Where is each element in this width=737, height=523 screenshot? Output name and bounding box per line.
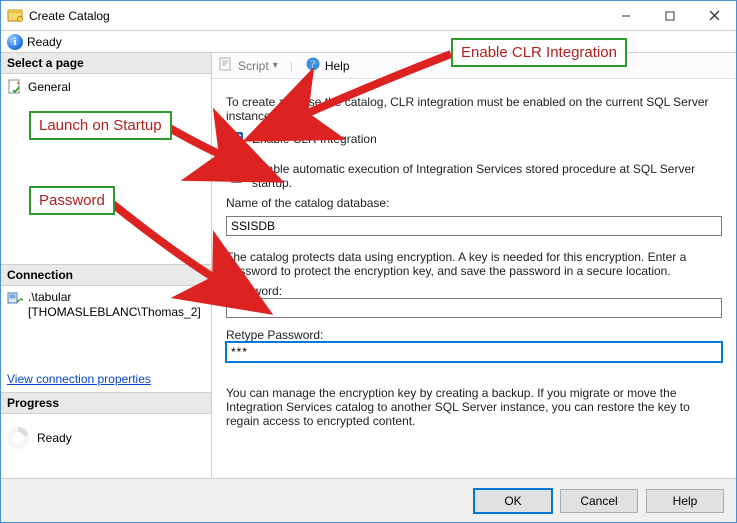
- enable-clr-checkbox[interactable]: [230, 132, 243, 145]
- catalog-name-label: Name of the catalog database:: [226, 196, 722, 210]
- enable-clr-label: Enable CLR Integration: [252, 132, 377, 146]
- ok-button[interactable]: OK: [474, 489, 552, 513]
- connection-server: .\tabular: [28, 290, 201, 305]
- view-connection-properties-link[interactable]: View connection properties: [1, 366, 157, 392]
- window-title: Create Catalog: [29, 9, 604, 23]
- retype-password-label: Retype Password:: [226, 328, 722, 342]
- manage-note: You can manage the encryption key by cre…: [226, 386, 722, 428]
- help-button[interactable]: ? Help: [305, 56, 350, 75]
- connection-user: [THOMASLEBLANC\Thomas_2]: [28, 305, 201, 320]
- close-button[interactable]: [692, 1, 736, 30]
- progress-section: Progress Ready: [1, 392, 211, 462]
- server-icon: [7, 290, 23, 309]
- chevron-down-icon: ▾: [273, 60, 278, 71]
- catalog-name-field[interactable]: [226, 216, 722, 236]
- minimize-button[interactable]: [604, 1, 648, 30]
- app-icon: [7, 8, 23, 24]
- script-dropdown[interactable]: Script ▾: [218, 56, 278, 75]
- connection-section: Connection .\tabular [THOMASLEBL: [1, 264, 211, 392]
- script-label: Script: [238, 59, 269, 73]
- page-list: General: [1, 74, 211, 264]
- retype-password-field[interactable]: [226, 342, 722, 362]
- progress-header: Progress: [1, 393, 211, 414]
- button-row: OK Cancel Help: [1, 478, 736, 522]
- auto-exec-checkbox[interactable]: [230, 170, 243, 183]
- main-panel: Script ▾ | ? Help To create and use the …: [212, 53, 736, 478]
- help-dialog-button[interactable]: Help: [646, 489, 724, 513]
- script-icon: [218, 56, 234, 75]
- dialog-window: Create Catalog i Ready Select a page: [0, 0, 737, 523]
- annotation-password: Password: [29, 186, 115, 215]
- progress-text: Ready: [37, 431, 72, 445]
- select-page-header: Select a page: [1, 53, 211, 74]
- maximize-button[interactable]: [648, 1, 692, 30]
- annotation-enable-clr: Enable CLR Integration: [451, 38, 627, 67]
- sidebar-item-label: General: [28, 80, 71, 94]
- connection-header: Connection: [1, 265, 211, 286]
- status-text: Ready: [27, 35, 62, 49]
- info-icon: i: [7, 34, 23, 50]
- encryption-note: The catalog protects data using encrypti…: [226, 250, 722, 278]
- password-field[interactable]: [226, 298, 722, 318]
- page-icon: [7, 79, 23, 95]
- intro-text: To create and use the catalog, CLR integ…: [226, 95, 722, 123]
- annotation-launch-startup: Launch on Startup: [29, 111, 172, 140]
- password-label: Password:: [226, 284, 722, 298]
- title-bar: Create Catalog: [1, 1, 736, 31]
- progress-spinner-icon: [7, 427, 29, 449]
- sidebar-item-general[interactable]: General: [7, 78, 205, 96]
- cancel-button[interactable]: Cancel: [560, 489, 638, 513]
- help-label: Help: [325, 59, 350, 73]
- svg-text:?: ?: [311, 60, 316, 71]
- content-area: To create and use the catalog, CLR integ…: [212, 79, 736, 444]
- help-icon: ?: [305, 56, 321, 75]
- auto-exec-label: Enable automatic execution of Integratio…: [252, 162, 722, 190]
